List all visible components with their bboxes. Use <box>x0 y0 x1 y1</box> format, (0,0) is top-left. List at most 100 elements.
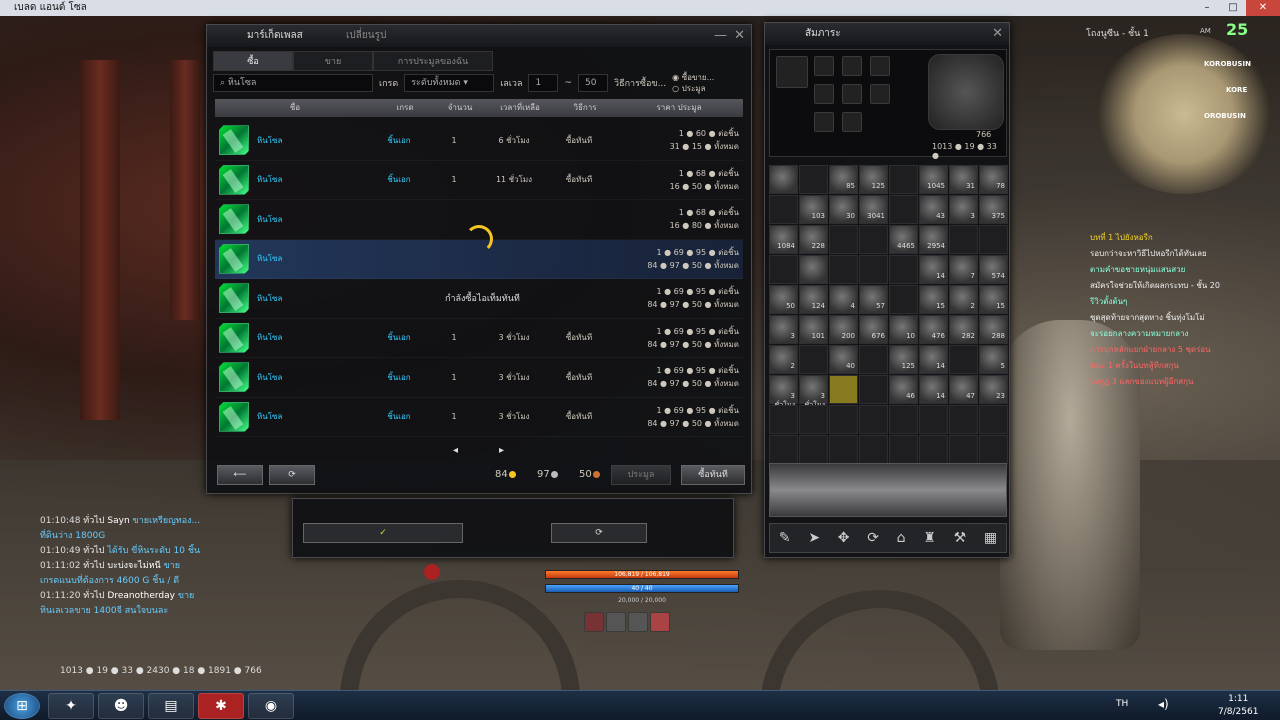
quest-item[interactable]: ตามคำขอชายหนุ่มแสนสวย <box>1090 264 1270 276</box>
col-time[interactable]: เวลาที่เหลือ <box>485 99 555 117</box>
inventory-slot[interactable] <box>889 285 918 314</box>
inventory-slot[interactable]: 43 <box>919 195 948 224</box>
equip-slot[interactable] <box>814 84 834 104</box>
inventory-slot[interactable]: 15 <box>919 285 948 314</box>
inventory-slot[interactable]: 4 <box>829 285 858 314</box>
inventory-slot[interactable]: 574 <box>979 255 1008 284</box>
table-row[interactable]: หินโซล ชิ้นเอก 1 11 ชั่วโมง ซื้อทันที 1 … <box>215 161 743 200</box>
inventory-slot[interactable]: 14 <box>919 255 948 284</box>
inventory-slot[interactable] <box>979 405 1008 434</box>
inventory-slot[interactable] <box>829 405 858 434</box>
equip-slot[interactable] <box>870 84 890 104</box>
upgrade-icon[interactable]: ⚒ <box>954 530 967 546</box>
inventory-slot[interactable] <box>889 195 918 224</box>
inventory-slot[interactable] <box>889 405 918 434</box>
quest-item[interactable]: สมัครใจช่วยให้เกิดผลกระทบ - ชั้น 20 <box>1090 280 1270 292</box>
close-icon[interactable]: ✕ <box>992 26 1003 41</box>
inventory-slot[interactable]: 103 <box>799 195 828 224</box>
minimize-icon[interactable]: — <box>714 28 727 43</box>
inventory-slot[interactable] <box>889 255 918 284</box>
pointer-icon[interactable]: ➤ <box>808 530 820 546</box>
grid-icon[interactable]: ▦ <box>984 530 997 546</box>
tab-sell[interactable]: ขาย <box>293 51 373 71</box>
inventory-slot[interactable] <box>769 255 798 284</box>
radio-buy[interactable]: ◉ ซื้อขาย... <box>672 73 714 82</box>
inventory-slot[interactable]: 46 <box>889 375 918 404</box>
inventory-slot[interactable] <box>769 195 798 224</box>
maximize-button[interactable]: □ <box>1220 0 1246 16</box>
inventory-slot[interactable]: 57 <box>859 285 888 314</box>
inventory-slot[interactable] <box>799 165 828 194</box>
inventory-slot[interactable]: 47 <box>949 375 978 404</box>
inventory-slot[interactable]: 50 <box>769 285 798 314</box>
inventory-slot[interactable] <box>949 345 978 374</box>
inventory-slot[interactable] <box>859 345 888 374</box>
inventory-slot[interactable] <box>799 255 828 284</box>
equip-slot[interactable] <box>842 84 862 104</box>
level-min-input[interactable]: 1 <box>528 74 559 92</box>
inventory-slot[interactable]: 3 <box>949 195 978 224</box>
sort-icon[interactable]: ⟳ <box>867 530 879 546</box>
prev-page-icon[interactable]: ◂ <box>453 445 458 456</box>
tab-my-auctions[interactable]: การประมูลของฉัน <box>373 51 493 71</box>
close-icon[interactable]: ✕ <box>734 28 745 43</box>
inventory-slot[interactable] <box>859 435 888 464</box>
table-row[interactable]: หินโซล ชิ้นเอก 1 6 ชั่วโมง ซื้อทันที 1 ●… <box>215 121 743 161</box>
inventory-slot[interactable]: 85 <box>829 165 858 194</box>
quickslot[interactable] <box>628 612 648 632</box>
inventory-slot[interactable] <box>919 405 948 434</box>
wardrobe-icon[interactable]: ♜ <box>923 530 936 546</box>
inventory-slot[interactable]: 1045 <box>919 165 948 194</box>
inventory-slot[interactable]: 2 <box>949 285 978 314</box>
inventory-slot[interactable] <box>799 405 828 434</box>
quickslot[interactable] <box>650 612 670 632</box>
taskbar-app[interactable]: ▤ <box>148 693 194 719</box>
inventory-slot[interactable]: 124 <box>799 285 828 314</box>
inventory-slot[interactable] <box>979 225 1008 254</box>
inventory-slot[interactable]: 3041 <box>859 195 888 224</box>
equip-slot[interactable] <box>842 56 862 76</box>
inventory-slot[interactable]: 3 <box>769 315 798 344</box>
buy-now-button[interactable]: ซื้อทันที <box>681 465 745 485</box>
inventory-slot[interactable]: 10 <box>889 315 918 344</box>
quest-item[interactable]: รอบกว่าจะหาวิธีไปหอรีกได้ทันเลย <box>1090 248 1270 260</box>
quest-item[interactable]: รีวิวตั้งต้นๆ <box>1090 296 1270 308</box>
inventory-slot[interactable]: 288 <box>979 315 1008 344</box>
inventory-slot[interactable]: 30 <box>829 195 858 224</box>
inventory-slot[interactable] <box>859 405 888 434</box>
inventory-slot[interactable]: 1084 <box>769 225 798 254</box>
equip-slot[interactable] <box>842 112 862 132</box>
inventory-slot[interactable] <box>829 225 858 254</box>
inventory-slot[interactable]: 476 <box>919 315 948 344</box>
minimize-button[interactable]: – <box>1194 0 1220 16</box>
table-row[interactable]: หินโซล ชิ้นเอก 1 3 ชั่วโมง ซื้อทันที 1 ●… <box>215 398 743 437</box>
inventory-slot[interactable] <box>769 405 798 434</box>
volume-icon[interactable]: ◂) <box>1158 697 1169 711</box>
equip-slot[interactable] <box>814 56 834 76</box>
inventory-slot[interactable]: 2 <box>769 345 798 374</box>
inventory-slot[interactable]: 4465 <box>889 225 918 254</box>
quest-item[interactable]: ชุดสุดท้ายจากสุดทาง ชิ้นทุ่งโมโม่ <box>1090 312 1270 324</box>
bid-button[interactable]: ประมูล <box>611 465 671 485</box>
search-input[interactable]: ⌕ หินโซล <box>213 74 373 92</box>
inventory-slot[interactable] <box>769 165 798 194</box>
inventory-slot[interactable]: 282 <box>949 315 978 344</box>
inventory-slot[interactable]: 15 <box>979 285 1008 314</box>
taskbar-app[interactable]: ✱ <box>198 693 244 719</box>
equip-slot[interactable] <box>776 56 808 88</box>
inventory-slot[interactable]: 7 <box>949 255 978 284</box>
inventory-slot[interactable]: 676 <box>859 315 888 344</box>
back-button[interactable]: ⟵ <box>217 465 263 485</box>
radio-auction[interactable]: ○ ประมูล <box>672 84 705 93</box>
col-price[interactable]: ราคา ประมูล <box>615 99 743 117</box>
inventory-slot[interactable] <box>889 435 918 464</box>
language-indicator[interactable]: TH <box>1116 699 1128 709</box>
inventory-slot[interactable]: 78 <box>979 165 1008 194</box>
inventory-slot[interactable] <box>829 375 858 404</box>
inventory-slot[interactable] <box>859 375 888 404</box>
inventory-slot[interactable]: 14 <box>919 375 948 404</box>
taskbar-app[interactable]: ☻ <box>98 693 144 719</box>
inventory-slot[interactable]: 5 <box>979 345 1008 374</box>
equip-slot[interactable] <box>870 56 890 76</box>
inventory-slot[interactable] <box>829 255 858 284</box>
